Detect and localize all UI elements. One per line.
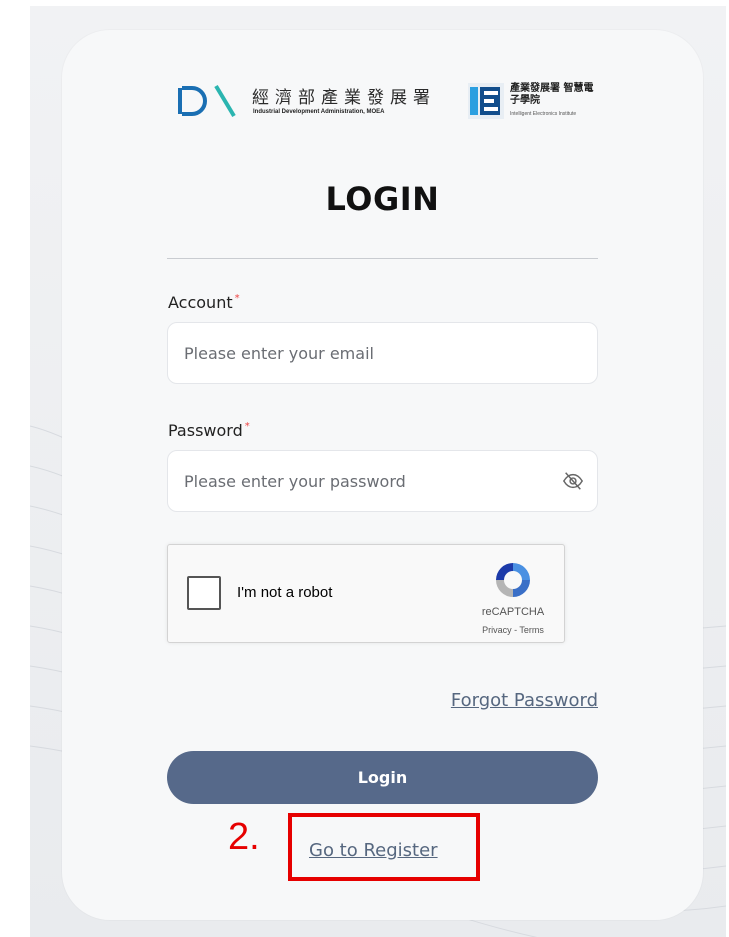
recaptcha-widget: I'm not a robot reCAPTCHA Privacy - Term… bbox=[167, 544, 565, 643]
org2-english-name: Intelligent Electronics Institute bbox=[510, 111, 577, 117]
login-button[interactable]: Login bbox=[167, 751, 598, 804]
recaptcha-checkbox[interactable] bbox=[187, 576, 221, 610]
account-label-text: Account bbox=[168, 293, 233, 312]
recaptcha-brand: reCAPTCHA bbox=[481, 606, 545, 618]
account-label: Account * bbox=[168, 293, 240, 312]
password-label: Password * bbox=[168, 421, 250, 440]
required-asterisk: * bbox=[244, 421, 250, 432]
account-email-input[interactable] bbox=[167, 322, 598, 384]
title-divider bbox=[167, 258, 598, 259]
eye-slash-icon[interactable] bbox=[562, 470, 584, 492]
ida-logo-icon bbox=[178, 84, 236, 118]
password-label-text: Password bbox=[168, 421, 243, 440]
go-to-register-link[interactable]: Go to Register bbox=[309, 840, 438, 861]
password-input[interactable] bbox=[167, 450, 598, 512]
annotation-step-number: 2. bbox=[228, 816, 260, 858]
iei-logo-icon bbox=[468, 83, 504, 119]
recaptcha-label: I'm not a robot bbox=[237, 584, 333, 601]
org1-english-name: Industrial Development Administration, M… bbox=[253, 109, 385, 115]
required-asterisk: * bbox=[234, 293, 240, 304]
recaptcha-links[interactable]: Privacy - Terms bbox=[468, 625, 558, 635]
org2-chinese-name: 產業發展署 智慧電子學院 bbox=[510, 83, 594, 106]
header-logos: 經濟部產業發展署 Industrial Development Administ… bbox=[176, 81, 606, 127]
page-title: LOGIN bbox=[325, 180, 440, 218]
org1-chinese-name: 經濟部產業發展署 bbox=[252, 88, 436, 108]
recaptcha-logo-icon bbox=[496, 563, 530, 597]
forgot-password-link[interactable]: Forgot Password bbox=[451, 690, 598, 711]
